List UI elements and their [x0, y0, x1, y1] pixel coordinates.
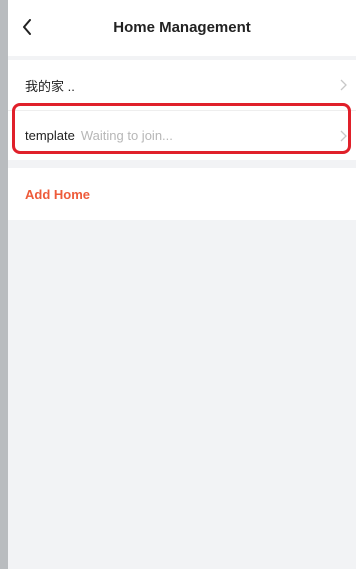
- home-name: template: [25, 128, 75, 143]
- chevron-right-icon: [340, 130, 347, 141]
- home-status: Waiting to join...: [80, 128, 173, 143]
- home-list: 我的家 .. template Waiting to join...: [8, 60, 356, 160]
- app-screen: Home Management 我的家 .. template Waiting …: [8, 0, 356, 569]
- header-bar: Home Management: [8, 0, 356, 56]
- chevron-left-icon: [23, 19, 31, 35]
- add-home-button[interactable]: Add Home: [8, 168, 356, 220]
- home-item-template[interactable]: template Waiting to join...: [8, 110, 356, 160]
- back-button[interactable]: [14, 10, 40, 44]
- home-item-my-home[interactable]: 我的家 ..: [8, 60, 356, 110]
- chevron-right-icon: [340, 79, 347, 91]
- page-title: Home Management: [113, 19, 251, 36]
- home-name: 我的家 ..: [25, 78, 75, 94]
